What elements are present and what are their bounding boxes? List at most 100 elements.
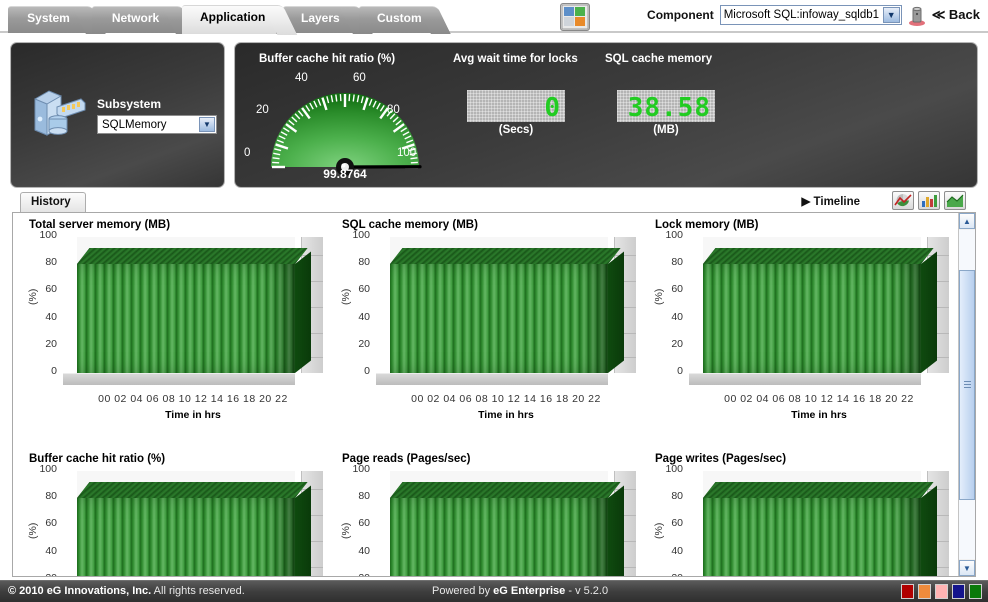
chart-cell: Lock memory (MB) 0 20 40 60 80 100 (%) 00 02 04 …: [645, 217, 959, 451]
chart-bar-right-face: [921, 485, 937, 576]
tab-application[interactable]: Application: [182, 5, 277, 34]
chart-floor: [376, 373, 608, 385]
application-window: System Network Application Layers Custom Com…: [0, 0, 988, 602]
copyright-text: © 2010 eG Innovations, Inc. All rights r…: [8, 585, 245, 597]
tab-label: Custom: [377, 11, 422, 25]
chevron-down-icon[interactable]: ▼: [882, 7, 900, 23]
history-vertical-scrollbar[interactable]: ▲ ▼: [958, 213, 975, 576]
bar-chart-icon[interactable]: [918, 191, 940, 210]
chart-bar-tops: [703, 482, 934, 498]
tab-label: Application: [200, 10, 266, 24]
database-icon[interactable]: [908, 5, 926, 26]
chart-type-buttons: [892, 191, 966, 210]
y-tick-label: 40: [45, 310, 57, 323]
gauge-tick-80: 80: [387, 104, 400, 116]
chart-cell: Page writes (Pages/sec)20406080100(%): [645, 451, 959, 576]
tab-label: System: [27, 11, 70, 25]
severity-swatch-2[interactable]: [935, 584, 948, 599]
subsystem-select[interactable]: SQLMemory ▼: [97, 115, 217, 134]
scrollbar-thumb[interactable]: [959, 270, 975, 500]
copyright-company: © 2010 eG Innovations, Inc.: [8, 585, 152, 597]
chart-bar-series[interactable]: [390, 264, 608, 373]
chart-bar-tops: [77, 482, 308, 498]
chart-bar-series[interactable]: [77, 264, 295, 373]
y-tick-label: 20: [358, 572, 370, 576]
chart-plot-area[interactable]: [63, 471, 323, 576]
y-tick-label: 100: [39, 229, 57, 241]
y-tick-label: 60: [358, 517, 370, 530]
y-tick-label: 80: [671, 256, 683, 269]
y-tick-label: 80: [358, 490, 370, 503]
tab-history[interactable]: History: [20, 192, 86, 212]
component-select-value: Microsoft SQL:infoway_sqldb1: [723, 9, 880, 21]
y-tick-label: 80: [358, 256, 370, 269]
chart-cell: SQL cache memory (MB) 0 20 40 60 80 100 (%) 00 0…: [332, 217, 647, 451]
chart-bar-series[interactable]: [703, 264, 921, 373]
scrollbar-track[interactable]: [959, 230, 975, 559]
chart-plot-area[interactable]: [376, 471, 636, 576]
chart-y-axis-title: (%): [653, 522, 665, 539]
chart-x-axis-labels: 00 02 04 06 08 10 12 14 16 18 20 22: [411, 393, 601, 405]
y-tick-label: 20: [45, 572, 57, 576]
avg-wait-time-unit: (Secs): [498, 124, 534, 136]
y-tick-label: 0: [677, 365, 683, 377]
area-chart-icon[interactable]: [944, 191, 966, 210]
back-button[interactable]: ≪ Back: [932, 7, 980, 23]
avg-wait-time-value: 0: [544, 93, 561, 122]
chart-bar-series[interactable]: [77, 498, 295, 576]
chart-3d-body: [376, 237, 636, 385]
metrics-panel: Buffer cache hit ratio (%) 0 20 40 60 80…: [234, 42, 978, 188]
component-selector-area: Component Microsoft SQL:infoway_sqldb1 ▼…: [647, 5, 980, 26]
chart-plot-area[interactable]: [376, 237, 636, 385]
y-tick-label: 20: [45, 337, 57, 350]
chart-bar-series[interactable]: [390, 498, 608, 576]
buffer-cache-hit-ratio-gauge: [255, 71, 435, 179]
chart-y-axis-labels: 20 40 60 80 100: [332, 463, 372, 576]
chart-plot-area[interactable]: [63, 237, 323, 385]
chart-3d-body: [376, 471, 636, 576]
chart-cell: Buffer cache hit ratio (%)20406080100(%): [19, 451, 334, 576]
chevron-up-icon[interactable]: ▲: [959, 213, 975, 229]
severity-swatch-4[interactable]: [969, 584, 982, 599]
chart-y-axis-title: (%): [340, 522, 352, 539]
chart-cell: Total server memory (MB) 0 20 40 60 80 100 (%) 0…: [19, 217, 334, 451]
history-tab-strip: History ▶ Timeline: [12, 191, 976, 214]
y-tick-label: 60: [45, 283, 57, 296]
pie-chart-icon[interactable]: [892, 191, 914, 210]
severity-swatch-3[interactable]: [952, 584, 965, 599]
tab-network[interactable]: Network: [92, 6, 176, 33]
powered-prefix: Powered by: [432, 585, 494, 597]
chart-x-axis-title: Time in hrs: [478, 409, 534, 421]
tab-custom[interactable]: Custom: [359, 6, 431, 33]
chart-y-axis-title: (%): [27, 288, 39, 305]
database-glyph-icon: [908, 6, 925, 26]
chart-plot-area[interactable]: [689, 471, 949, 576]
timeline-toggle[interactable]: ▶ Timeline: [802, 194, 860, 208]
chart-bar-right-face: [608, 251, 624, 373]
subsystem-panel: Subsystem SQLMemory ▼: [10, 42, 225, 188]
chart-floor: [63, 373, 295, 385]
y-tick-label: 80: [671, 490, 683, 503]
gauge-tick-40: 40: [295, 72, 308, 84]
y-tick-label: 60: [671, 283, 683, 296]
chart-bar-right-face: [608, 485, 624, 576]
powered-product: eG Enterprise: [493, 585, 566, 597]
powered-by-text: Powered by eG Enterprise - v 5.2.0: [432, 585, 608, 597]
chevron-down-icon[interactable]: ▼: [959, 560, 975, 576]
tab-system[interactable]: System: [8, 6, 86, 33]
powered-version: - v 5.2.0: [565, 585, 609, 597]
y-tick-label: 0: [51, 365, 57, 377]
scrollbar-grip: [964, 381, 971, 389]
sql-cache-memory-unit: (MB): [653, 124, 679, 136]
y-tick-label: 60: [671, 517, 683, 530]
chart-bar-right-face: [295, 251, 311, 373]
severity-swatch-0[interactable]: [901, 584, 914, 599]
chart-bar-series[interactable]: [703, 498, 921, 576]
severity-swatch-1[interactable]: [918, 584, 931, 599]
component-select[interactable]: Microsoft SQL:infoway_sqldb1 ▼: [719, 5, 902, 25]
chart-x-axis-title: Time in hrs: [165, 409, 221, 421]
chart-y-axis-labels: 0 20 40 60 80 100: [19, 229, 59, 387]
subsystem-label: Subsystem: [97, 97, 162, 111]
chart-plot-area[interactable]: [689, 237, 949, 385]
chevron-down-icon[interactable]: ▼: [199, 117, 215, 132]
